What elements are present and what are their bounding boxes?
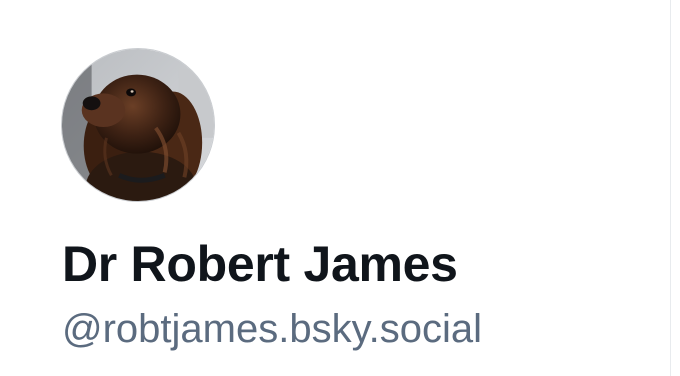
profile-display-name: Dr Robert James bbox=[62, 236, 458, 292]
dog-avatar-icon bbox=[62, 49, 214, 201]
profile-handle[interactable]: @robtjames.bsky.social bbox=[62, 307, 482, 352]
profile-avatar[interactable] bbox=[61, 48, 215, 202]
panel-edge bbox=[670, 0, 680, 376]
